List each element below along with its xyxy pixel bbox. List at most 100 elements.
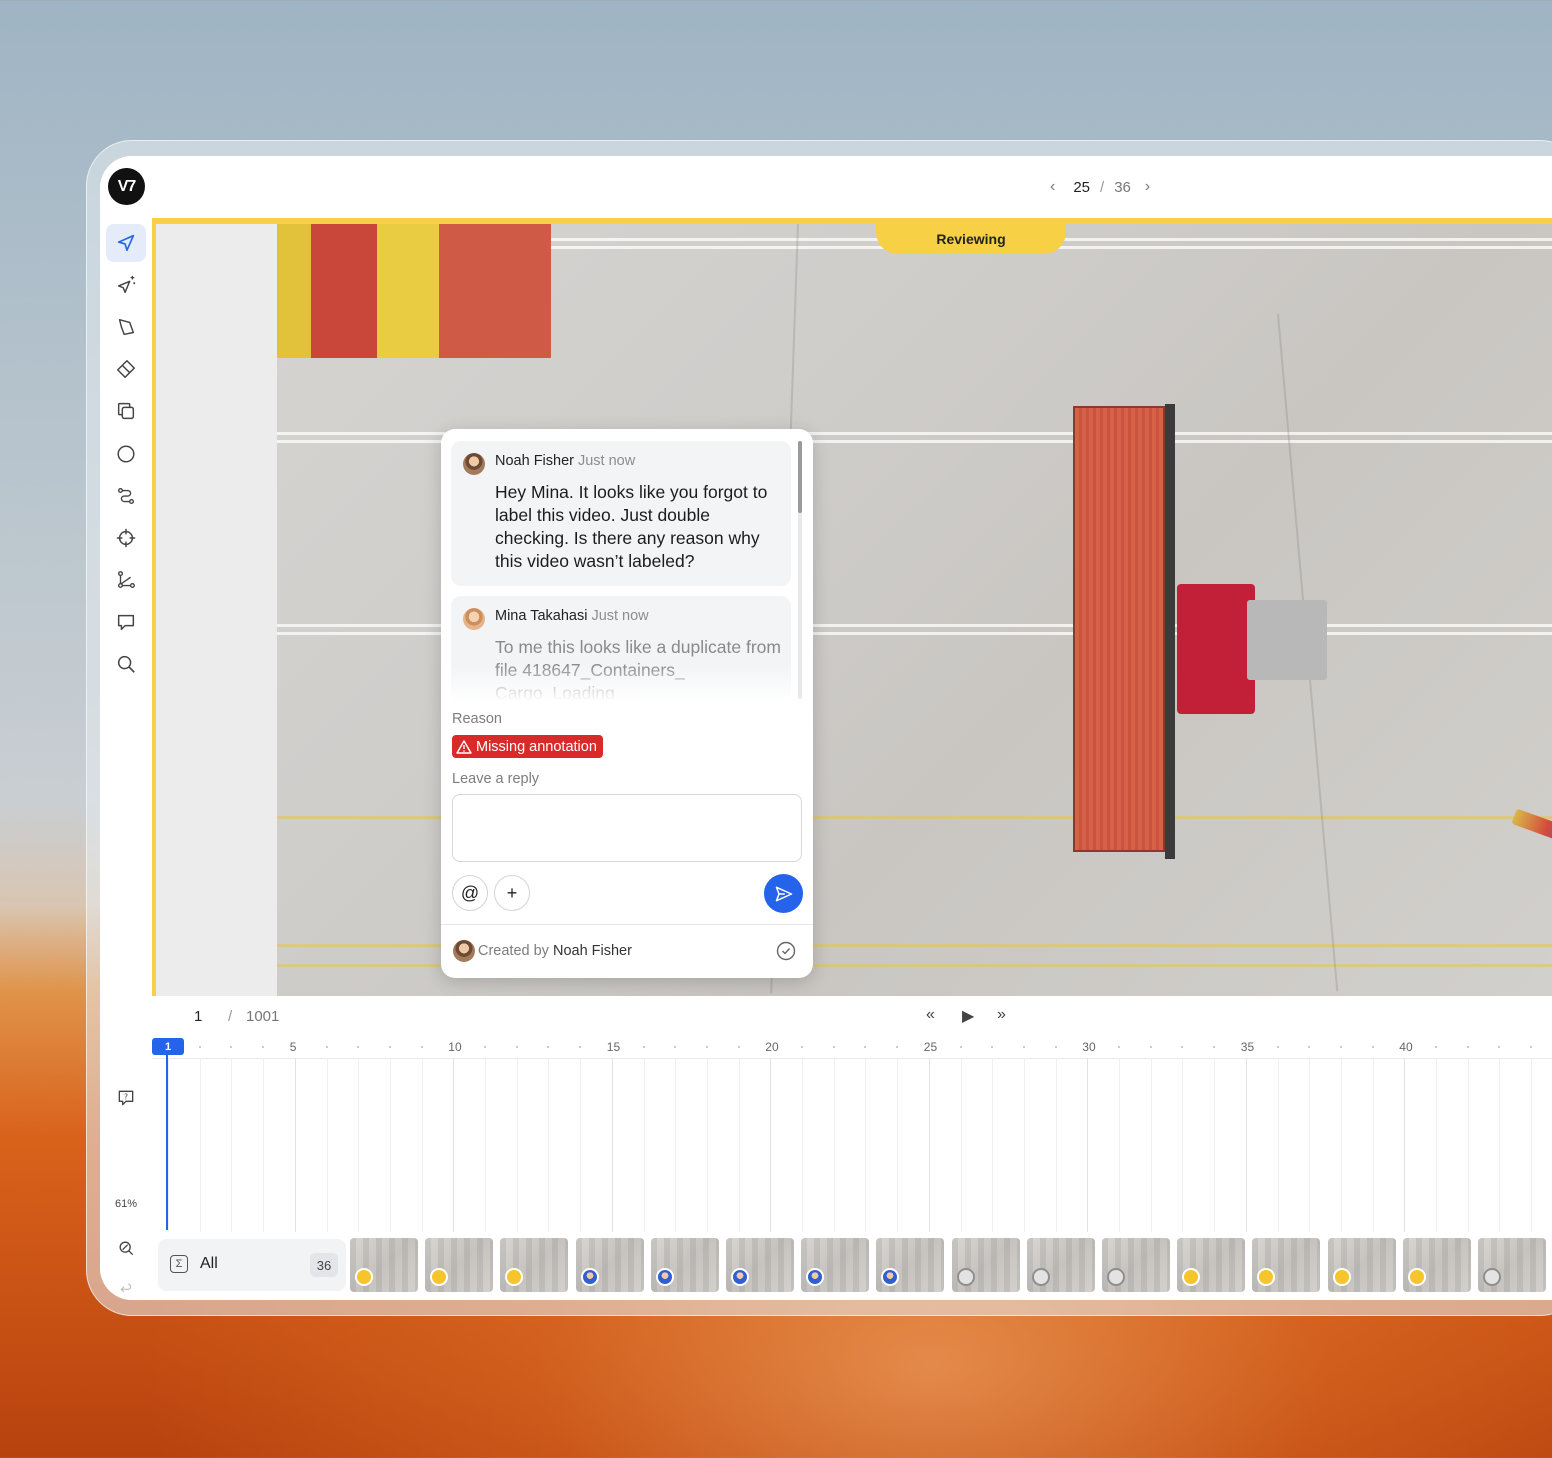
play-button[interactable]: ▶: [962, 1006, 974, 1026]
mention-button[interactable]: @: [452, 875, 488, 911]
chevron-left-icon[interactable]: ‹: [1050, 178, 1055, 196]
item-strip: Σ All 36: [152, 1236, 1552, 1300]
ruler-tick: [705, 1046, 708, 1048]
ruler-tick: [896, 1046, 899, 1048]
item-thumbnail[interactable]: [1478, 1238, 1546, 1292]
ruler-tick: [230, 1046, 233, 1048]
timeline-grid-line: [485, 1058, 486, 1232]
ruler-tick: [1276, 1046, 1279, 1048]
reason-label: Reason: [452, 711, 502, 727]
ruler-tick: [1435, 1046, 1437, 1048]
chevron-right-icon[interactable]: ›: [1145, 178, 1150, 196]
timeline-grid-line: [516, 1058, 518, 1232]
item-thumbnail[interactable]: [350, 1238, 418, 1292]
item-thumbnail[interactable]: [1402, 1238, 1471, 1292]
item-thumbnail[interactable]: [425, 1238, 494, 1292]
send-button[interactable]: [764, 874, 803, 913]
playhead-line[interactable]: [166, 1055, 168, 1230]
timeline-grid-line: [358, 1058, 360, 1232]
clone-tool[interactable]: [106, 392, 146, 430]
v7-logo[interactable]: V7: [108, 168, 145, 205]
ruler-tick-label: 25: [923, 1040, 938, 1054]
timeline-grid-line: [1277, 1058, 1279, 1232]
ruler-tick: [515, 1046, 518, 1048]
canvas-margin: [156, 224, 277, 996]
item-thumbnail[interactable]: [650, 1238, 719, 1292]
top-bar: V7 ‹ 25 / 36 ›: [100, 156, 1552, 218]
ruler-tick: [737, 1046, 740, 1048]
assignee-avatar: [580, 1268, 599, 1286]
ruler-tick: [420, 1046, 423, 1048]
timeline-grid-line: [770, 1058, 772, 1232]
timeline-grid-line: [992, 1058, 994, 1232]
timeline-grid-line: [802, 1058, 803, 1232]
cursor-tool[interactable]: [106, 224, 146, 262]
help-button[interactable]: ?: [114, 1086, 138, 1110]
timeline-grid-line: [1404, 1058, 1406, 1232]
skeleton-tool[interactable]: [106, 561, 146, 599]
avatar: [463, 608, 485, 630]
rewind-button[interactable]: «: [926, 1006, 935, 1024]
keypoint-tool[interactable]: [106, 519, 146, 557]
item-thumbnail[interactable]: [1102, 1238, 1170, 1292]
item-thumbnail[interactable]: [876, 1238, 945, 1292]
timeline-grid-line: [1023, 1058, 1025, 1232]
pager-total: 36: [1114, 178, 1131, 196]
polyline-tool[interactable]: [106, 477, 146, 515]
item-thumbnail[interactable]: [1177, 1238, 1246, 1292]
frame-ruler[interactable]: 5 10 15 20 25 30 35 40: [152, 1036, 1552, 1059]
item-thumbnail[interactable]: [951, 1238, 1020, 1292]
auto-annotate-tool[interactable]: [106, 266, 146, 304]
zoom-level[interactable]: 61%: [100, 1198, 152, 1210]
undo-button[interactable]: [114, 1278, 138, 1300]
status-review-icon: [355, 1268, 373, 1286]
scrollbar-thumb[interactable]: [798, 441, 802, 513]
reply-input[interactable]: [452, 794, 802, 862]
current-frame[interactable]: 1: [194, 1008, 202, 1025]
scroll-fade: [451, 665, 791, 701]
resolve-check-icon[interactable]: [776, 941, 796, 961]
polygon-tool[interactable]: [106, 308, 146, 346]
item-thumbnail[interactable]: [575, 1238, 644, 1292]
timeline-grid-line: [1531, 1058, 1533, 1232]
send-icon: [775, 886, 792, 901]
timeline-grid-line: [1150, 1058, 1152, 1232]
ruler-tick: [1118, 1046, 1120, 1048]
ruler-tick: [1213, 1046, 1216, 1048]
item-thumbnail[interactable]: [1026, 1238, 1095, 1292]
ellipse-tool[interactable]: [106, 435, 146, 473]
item-thumbnail[interactable]: [1327, 1238, 1396, 1292]
ruler-tick: [959, 1046, 962, 1048]
shipping-container: [1073, 406, 1165, 852]
add-attachment-button[interactable]: +: [494, 875, 530, 911]
zoom-tool[interactable]: [106, 645, 146, 683]
reason-badge[interactable]: Missing annotation: [452, 735, 603, 758]
playhead-label[interactable]: 1: [152, 1038, 184, 1055]
item-thumbnail[interactable]: [500, 1238, 569, 1292]
comment-author: Noah Fisher: [495, 453, 574, 469]
pager-current: 25: [1073, 178, 1091, 196]
ruler-tick: [1466, 1046, 1469, 1048]
zoom-icon: [117, 655, 135, 673]
filter-all-chip[interactable]: Σ All 36: [158, 1239, 346, 1291]
item-thumbnail[interactable]: [1252, 1238, 1321, 1292]
timeline-grid-line: [738, 1058, 740, 1232]
item-thumbnail[interactable]: [726, 1238, 794, 1292]
timeline-grid-line: [1087, 1058, 1089, 1232]
undo-icon: [120, 1283, 132, 1293]
comment-tool[interactable]: [106, 603, 146, 641]
timeline-grid-line: [611, 1058, 613, 1232]
comment-scrollbar[interactable]: [798, 441, 802, 699]
fast-forward-button[interactable]: »: [997, 1006, 1006, 1024]
skeleton-icon: [117, 571, 135, 589]
comment-icon: [117, 614, 135, 631]
image-adjust-button[interactable]: [114, 1236, 138, 1260]
brush-tool[interactable]: [106, 350, 146, 388]
timeline-grid-line: [263, 1058, 265, 1232]
ruler-tick-label: 10: [448, 1040, 462, 1054]
created-by: Created by Noah Fisher: [478, 943, 632, 959]
video-canvas[interactable]: Reviewing Noah Fisher Just now Hey Mina. …: [152, 218, 1552, 996]
ruler-tick: [357, 1046, 360, 1048]
ruler-tick: [1149, 1046, 1152, 1048]
item-thumbnail[interactable]: [801, 1238, 870, 1292]
